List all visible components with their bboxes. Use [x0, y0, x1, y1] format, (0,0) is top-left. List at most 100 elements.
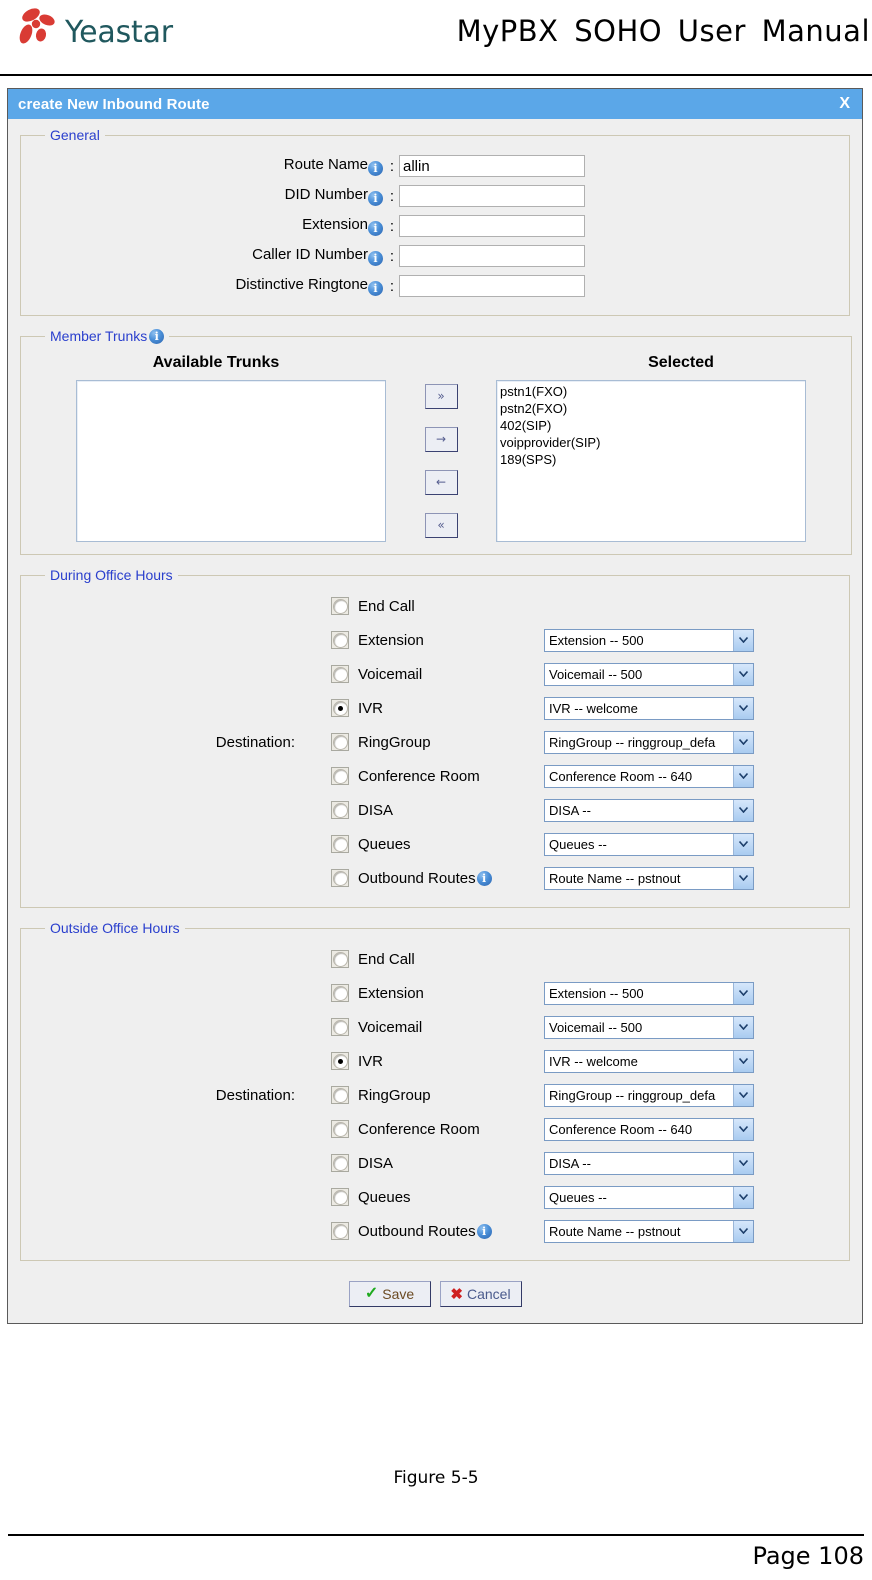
- chevron-down-icon: [739, 1126, 748, 1132]
- chevron-down-icon[interactable]: [733, 663, 753, 685]
- destination-select[interactable]: Conference Room -- 640: [544, 1117, 754, 1141]
- chevron-down-icon[interactable]: [733, 1152, 753, 1174]
- info-icon[interactable]: i: [368, 221, 383, 236]
- list-item[interactable]: pstn1(FXO): [500, 383, 802, 400]
- create-inbound-route-dialog: create New Inbound Route X General Route…: [7, 88, 863, 1324]
- field-input[interactable]: [399, 245, 585, 267]
- radio-ringgroup[interactable]: [331, 733, 349, 751]
- radio-outbound-routes[interactable]: [331, 869, 349, 887]
- chevron-down-icon[interactable]: [733, 1220, 753, 1242]
- info-icon[interactable]: i: [368, 281, 383, 296]
- radio-extension[interactable]: [331, 631, 349, 649]
- field-colon: :: [389, 247, 395, 265]
- radio-queues[interactable]: [331, 835, 349, 853]
- radio-voicemail[interactable]: [331, 1018, 349, 1036]
- move-all-right-button[interactable]: »: [424, 384, 458, 409]
- chevron-down-icon[interactable]: [733, 982, 753, 1004]
- field-input[interactable]: [399, 185, 585, 207]
- chevron-down-icon: [739, 875, 748, 881]
- chevron-down-icon: [739, 1228, 748, 1234]
- destination-option-label: End Call: [358, 950, 415, 968]
- radio-disa[interactable]: [331, 1154, 349, 1172]
- chevron-down-icon[interactable]: [733, 867, 753, 889]
- chevron-down-icon[interactable]: [733, 697, 753, 719]
- destination-select[interactable]: RingGroup -- ringgroup_defa: [544, 730, 754, 754]
- destination-select[interactable]: IVR -- welcome: [544, 696, 754, 720]
- info-icon[interactable]: i: [368, 251, 383, 266]
- destination-option-label: End Call: [358, 597, 415, 615]
- trunks-transfer-widget: » → ← « pstn1(FXO) pstn2(FXO) 402(SIP) voippro…: [31, 380, 841, 542]
- radio-end-call[interactable]: [331, 950, 349, 968]
- field-input[interactable]: [399, 155, 585, 177]
- destination-option-row: Outbound Routes i Route Name -- pstnout: [331, 861, 839, 895]
- destination-select[interactable]: Queues --: [544, 832, 754, 856]
- field-label: Extension i: [31, 216, 385, 236]
- radio-conference-room[interactable]: [331, 1120, 349, 1138]
- destination-select[interactable]: Queues --: [544, 1185, 754, 1209]
- destination-select[interactable]: Voicemail -- 500: [544, 662, 754, 686]
- chevron-down-icon[interactable]: [733, 1016, 753, 1038]
- destination-option-row: IVR IVR -- welcome: [331, 1044, 839, 1078]
- destination-option-row: Extension Extension -- 500: [331, 623, 839, 657]
- chevron-down-icon[interactable]: [733, 1084, 753, 1106]
- field-input[interactable]: [399, 215, 585, 237]
- chevron-down-icon[interactable]: [733, 765, 753, 787]
- destination-select[interactable]: RingGroup -- ringgroup_defa: [544, 1083, 754, 1107]
- destination-select[interactable]: Voicemail -- 500: [544, 1015, 754, 1039]
- list-item[interactable]: 189(SPS): [500, 451, 802, 468]
- radio-conference-room[interactable]: [331, 767, 349, 785]
- chevron-down-icon[interactable]: [733, 1118, 753, 1140]
- radio-end-call[interactable]: [331, 597, 349, 615]
- select-value: IVR -- welcome: [549, 1053, 638, 1069]
- destination-option-row: Voicemail Voicemail -- 500: [331, 657, 839, 691]
- radio-ringgroup[interactable]: [331, 1086, 349, 1104]
- move-all-left-button[interactable]: «: [424, 513, 458, 538]
- radio-outbound-routes[interactable]: [331, 1222, 349, 1240]
- radio-disa[interactable]: [331, 801, 349, 819]
- destination-select[interactable]: Extension -- 500: [544, 981, 754, 1005]
- close-icon[interactable]: X: [839, 96, 850, 112]
- radio-queues[interactable]: [331, 1188, 349, 1206]
- destination-select[interactable]: Extension -- 500: [544, 628, 754, 652]
- destination-option-label: RingGroup: [358, 733, 431, 751]
- destination-select[interactable]: DISA --: [544, 1151, 754, 1175]
- available-trunks-listbox[interactable]: [76, 380, 386, 542]
- select-value: Extension -- 500: [549, 632, 644, 648]
- chevron-down-icon[interactable]: [733, 1186, 753, 1208]
- info-icon[interactable]: i: [476, 870, 492, 886]
- destination-option-row: End Call: [331, 589, 839, 623]
- field-colon: :: [389, 187, 395, 205]
- radio-voicemail[interactable]: [331, 665, 349, 683]
- chevron-down-icon[interactable]: [733, 833, 753, 855]
- list-item[interactable]: pstn2(FXO): [500, 400, 802, 417]
- radio-ivr[interactable]: [331, 699, 349, 717]
- destination-select[interactable]: Route Name -- pstnout: [544, 866, 754, 890]
- move-right-button[interactable]: →: [424, 427, 458, 452]
- chevron-down-icon[interactable]: [733, 629, 753, 651]
- info-icon[interactable]: i: [149, 328, 165, 344]
- field-input[interactable]: [399, 275, 585, 297]
- select-value: Voicemail -- 500: [549, 666, 643, 682]
- info-icon[interactable]: i: [368, 161, 383, 176]
- chevron-down-icon[interactable]: [733, 799, 753, 821]
- chevron-down-icon[interactable]: [733, 1050, 753, 1072]
- destination-option-label: Outbound Routes i: [358, 870, 544, 887]
- radio-ivr[interactable]: [331, 1052, 349, 1070]
- select-value: RingGroup -- ringgroup_defa: [549, 1087, 716, 1103]
- destination-select[interactable]: IVR -- welcome: [544, 1049, 754, 1073]
- radio-extension[interactable]: [331, 984, 349, 1002]
- chevron-down-icon[interactable]: [733, 731, 753, 753]
- cancel-button[interactable]: ✖ Cancel: [439, 1281, 522, 1307]
- destination-select[interactable]: DISA --: [544, 798, 754, 822]
- selected-trunks-listbox[interactable]: pstn1(FXO) pstn2(FXO) 402(SIP) voipprovider…: [496, 380, 806, 542]
- destination-select[interactable]: Route Name -- pstnout: [544, 1219, 754, 1243]
- destination-select[interactable]: Conference Room -- 640: [544, 764, 754, 788]
- list-item[interactable]: voipprovider(SIP): [500, 434, 802, 451]
- save-button[interactable]: ✓ Save: [348, 1281, 431, 1307]
- info-icon[interactable]: i: [476, 1223, 492, 1239]
- info-icon[interactable]: i: [368, 191, 383, 206]
- general-field-row: Caller ID Number i:: [31, 243, 839, 269]
- move-left-button[interactable]: ←: [424, 470, 458, 495]
- list-item[interactable]: 402(SIP): [500, 417, 802, 434]
- chevron-down-icon: [739, 637, 748, 643]
